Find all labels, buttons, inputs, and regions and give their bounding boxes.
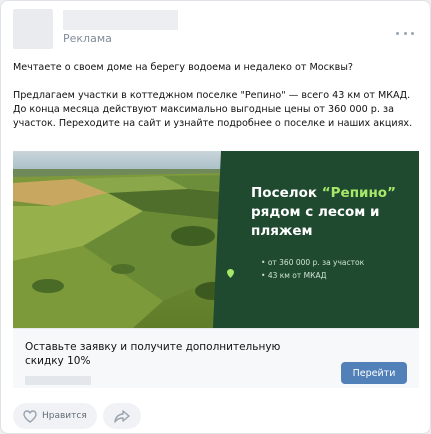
banner-bullet: от 360 000 р. за участок [261, 256, 364, 269]
cta-box[interactable]: Оставьте заявку и получите дополнительну… [13, 328, 419, 388]
more-options-icon[interactable] [396, 29, 414, 37]
post-paragraph: Мечтаете о своем доме на берегу водоема … [13, 62, 353, 73]
share-button[interactable] [102, 403, 141, 429]
cta-domain-redacted [25, 376, 91, 385]
cta-text: Оставьте заявку и получите дополнительну… [25, 341, 281, 367]
banner-title-rest: рядом с лесом и пляжем [251, 204, 380, 239]
like-button[interactable]: Нравится [13, 403, 97, 429]
avatar[interactable] [13, 9, 53, 49]
like-label: Нравится [42, 411, 87, 421]
landscape-photo [13, 151, 233, 328]
share-icon [114, 409, 130, 423]
banner-title-highlight: “Репино” [321, 185, 396, 201]
post-paragraph: Предлагаем участки в коттеджном поселке … [13, 90, 413, 129]
ad-label: Реклама [63, 32, 112, 45]
ad-banner-image[interactable]: Поселок “Репино” рядом с лесом и пляжем … [13, 151, 419, 328]
author-name-redacted[interactable] [63, 10, 178, 30]
post-actions: Нравится [13, 403, 141, 429]
post-text: Мечтаете о своем доме на берегу водоема … [13, 61, 418, 131]
banner-title-prefix: Поселок [251, 185, 322, 201]
ad-post-card: Реклама Мечтаете о своем доме на берегу … [0, 0, 431, 434]
heart-icon [23, 409, 37, 423]
go-button[interactable]: Перейти [341, 362, 407, 384]
banner-headline: Поселок “Репино” рядом с лесом и пляжем [251, 184, 416, 241]
banner-bullet: 43 км от МКАД [261, 269, 364, 282]
map-pin-icon [227, 269, 234, 278]
banner-bullet-list: от 360 000 р. за участок 43 км от МКАД [261, 256, 364, 282]
